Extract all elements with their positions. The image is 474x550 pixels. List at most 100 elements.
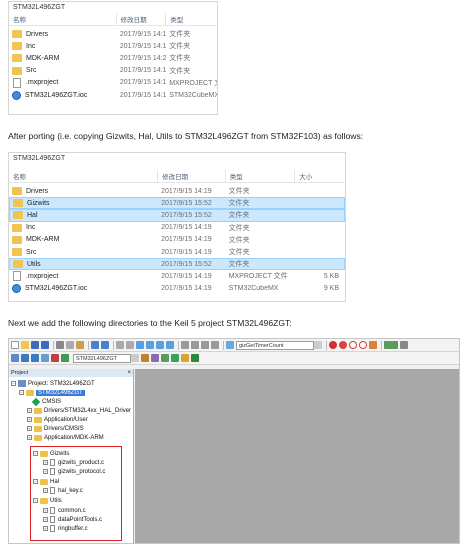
file-name: Drivers xyxy=(26,187,49,195)
tree-group[interactable]: + Application/MDK-ARM xyxy=(27,433,104,442)
file-row[interactable]: Src 2017/9/15 14:19 文件夹 xyxy=(9,65,217,77)
file-row-selected[interactable]: Hal 2017/9/15 15:52 文件夹 xyxy=(9,209,345,222)
editor-area[interactable] xyxy=(135,369,459,543)
tree-group[interactable]: + Drivers/STM32L4xx_HAL_Driver xyxy=(27,406,131,415)
save-icon[interactable] xyxy=(31,341,39,349)
cmsis-gem-icon xyxy=(31,397,41,406)
file-row[interactable]: .mxproject 2017/9/15 14:19MXPROJECT 文件 xyxy=(9,77,217,89)
manage-components-icon[interactable] xyxy=(151,354,159,362)
breakpoint-all-icon[interactable] xyxy=(369,341,377,349)
configure-icon[interactable] xyxy=(400,341,408,349)
header-date[interactable]: 修改日期 xyxy=(117,13,167,25)
undo-icon[interactable] xyxy=(91,341,99,349)
file-type: 文件夹 xyxy=(228,236,250,244)
file-list: Drivers 2017/9/15 14:19 文件夹 Inc 2017/9/15 1… xyxy=(9,26,217,101)
file-row[interactable]: Inc 2017/9/15 14:19 文件夹 xyxy=(9,222,345,234)
nav-forward-icon[interactable] xyxy=(126,341,134,349)
header-type[interactable]: 类型 xyxy=(166,13,217,25)
redo-icon[interactable] xyxy=(101,341,109,349)
target-options-icon[interactable] xyxy=(141,354,149,362)
collapse-icon[interactable]: − xyxy=(11,381,16,386)
tree-group[interactable]: + Application/User xyxy=(27,415,88,424)
toolbar-separator xyxy=(223,340,224,350)
file-date: 2017/9/15 14:19 xyxy=(119,91,167,99)
header-name[interactable]: 名称 xyxy=(9,170,159,182)
collapse-icon[interactable]: − xyxy=(19,390,24,395)
target-dropdown-icon[interactable] xyxy=(131,354,139,362)
file-name: .mxproject xyxy=(26,79,59,87)
window-layout-icon[interactable] xyxy=(384,341,398,349)
bookmark-next-icon[interactable] xyxy=(156,341,164,349)
find-in-files-icon[interactable] xyxy=(226,341,234,349)
new-file-icon[interactable] xyxy=(11,341,19,349)
tree-label: STM32L496ZGT xyxy=(36,389,85,396)
bookmark-clear-icon[interactable] xyxy=(166,341,174,349)
download-icon[interactable] xyxy=(61,354,69,362)
translate-icon[interactable] xyxy=(11,354,19,362)
expand-icon[interactable]: + xyxy=(27,417,32,422)
tree-project-root[interactable]: − Project: STM32L496ZGT xyxy=(11,379,95,388)
indent-icon[interactable] xyxy=(181,341,189,349)
file-type: 文件夹 xyxy=(228,224,250,232)
cut-icon[interactable] xyxy=(56,341,64,349)
file-row[interactable]: .mxproject 2017/9/15 14:19 MXPROJECT 文件 5 K… xyxy=(9,270,345,282)
tree-target[interactable]: − STM32L496ZGT xyxy=(19,388,85,397)
tree-label: Drivers/STM32L4xx_HAL_Driver xyxy=(44,407,132,414)
tree-group[interactable]: + Drivers/CMSIS xyxy=(27,424,84,433)
build-icon[interactable] xyxy=(21,354,29,362)
file-date: 2017/9/15 14:28 xyxy=(119,54,167,62)
pack-installer-icon[interactable] xyxy=(171,354,179,362)
file-name: STM32L496ZGT.ioc xyxy=(25,91,88,99)
comment-icon[interactable] xyxy=(201,341,209,349)
nav-back-icon[interactable] xyxy=(116,341,124,349)
folder-icon xyxy=(34,434,42,441)
copy-icon[interactable] xyxy=(66,341,74,349)
bookmark-prev-icon[interactable] xyxy=(146,341,154,349)
unindent-icon[interactable] xyxy=(191,341,199,349)
batch-build-icon[interactable] xyxy=(41,354,49,362)
rte-icon[interactable] xyxy=(181,354,189,362)
header-name[interactable]: 名称 xyxy=(9,13,117,25)
file-row[interactable]: STM32L496ZGT.ioc 2017/9/15 14:19 STM32Cube… xyxy=(9,89,217,101)
debug-icon[interactable] xyxy=(329,341,337,349)
tree-cmsis[interactable]: CMSIS xyxy=(31,397,61,406)
toolbar-separator xyxy=(88,340,89,350)
expand-icon[interactable]: + xyxy=(27,408,32,413)
breakpoint-disable-icon[interactable] xyxy=(349,341,357,349)
file-date: 2017/9/15 14:19 xyxy=(119,79,167,87)
toolbar-separator xyxy=(381,340,382,350)
folder-icon xyxy=(34,416,42,423)
expand-icon[interactable]: + xyxy=(27,426,32,431)
breakpoint-kill-icon[interactable] xyxy=(359,341,367,349)
paste-icon[interactable] xyxy=(76,341,84,349)
open-icon[interactable] xyxy=(21,341,29,349)
header-type[interactable]: 类型 xyxy=(226,170,296,182)
file-name: Utils xyxy=(27,260,41,268)
rebuild-icon[interactable] xyxy=(31,354,39,362)
file-row[interactable]: STM32L496ZGT.ioc 2017/9/15 14:19 STM32Cube… xyxy=(9,283,345,295)
bookmark-icon[interactable] xyxy=(136,341,144,349)
breakpoint-icon[interactable] xyxy=(339,341,347,349)
file-row[interactable]: Inc 2017/9/15 14:19 文件夹 xyxy=(9,40,217,52)
file-row[interactable]: MDK-ARM 2017/9/15 14:28 文件夹 xyxy=(9,52,217,64)
uncomment-icon[interactable] xyxy=(211,341,219,349)
select-software-packs-icon[interactable] xyxy=(191,354,199,362)
find-dropdown-icon[interactable] xyxy=(314,341,322,349)
file-row-selected[interactable]: Gizwits 2017/9/15 15:52 文件夹 xyxy=(9,197,345,210)
save-all-icon[interactable] xyxy=(41,341,49,349)
stop-build-icon[interactable] xyxy=(51,354,59,362)
header-size[interactable]: 大小 xyxy=(295,170,345,182)
file-type: 文件夹 xyxy=(228,249,250,257)
file-row[interactable]: Drivers 2017/9/15 14:19 文件夹 xyxy=(9,185,345,197)
file-row[interactable]: Src 2017/9/15 14:19 文件夹 xyxy=(9,246,345,258)
close-icon[interactable]: × xyxy=(127,369,131,377)
target-combo[interactable]: STM32L496ZGT xyxy=(73,353,131,363)
file-extensions-icon[interactable] xyxy=(161,354,169,362)
file-row[interactable]: Drivers 2017/9/15 14:19 文件夹 xyxy=(9,28,217,40)
find-combo[interactable]: gizGetTimerCount xyxy=(236,340,314,350)
header-date[interactable]: 修改日期 xyxy=(158,170,226,182)
file-row[interactable]: MDK-ARM 2017/9/15 14:19 文件夹 xyxy=(9,234,345,246)
expand-icon[interactable]: + xyxy=(27,435,32,440)
file-name: Src xyxy=(26,248,37,256)
file-row-selected[interactable]: Utils 2017/9/15 15:52 文件夹 xyxy=(9,258,345,271)
